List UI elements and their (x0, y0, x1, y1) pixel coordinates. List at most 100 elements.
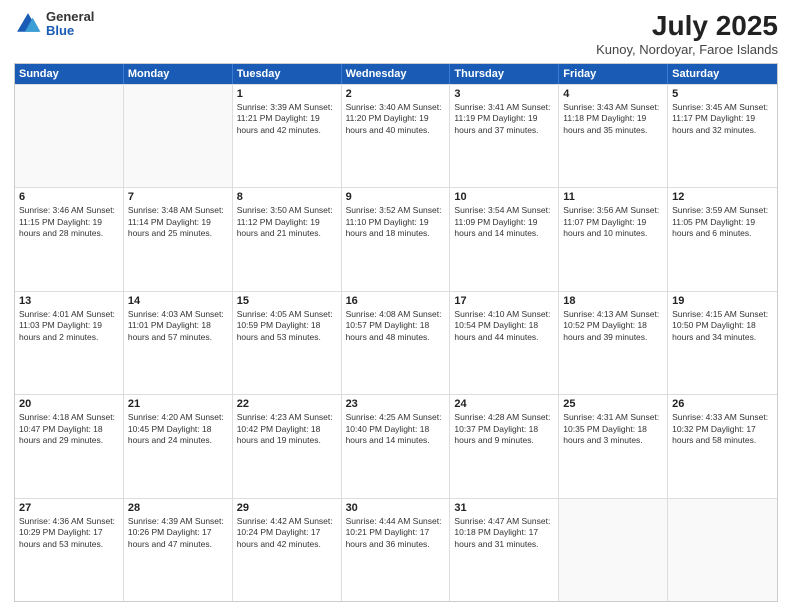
day-number: 4 (563, 88, 663, 100)
header: General Blue July 2025 Kunoy, Nordoyar, … (14, 10, 778, 57)
header-day-saturday: Saturday (668, 64, 777, 84)
header-day-sunday: Sunday (15, 64, 124, 84)
day-number: 11 (563, 191, 663, 203)
cal-cell: 10 Sunrise: 3:54 AM Sunset: 11:09 PM Dayl… (450, 188, 559, 290)
cal-cell: 4 Sunrise: 3:43 AM Sunset: 11:18 PM Dayli… (559, 85, 668, 187)
header-day-monday: Monday (124, 64, 233, 84)
cell-info: Sunrise: 4:44 AM Sunset: 10:21 PM Daylig… (346, 516, 446, 550)
cell-info: Sunrise: 3:40 AM Sunset: 11:20 PM Daylig… (346, 102, 446, 136)
week-row-2: 13Sunrise: 4:01 AM Sunset: 11:03 PM Dayl… (15, 291, 777, 394)
cal-cell: 16Sunrise: 4:08 AM Sunset: 10:57 PM Dayl… (342, 292, 451, 394)
cal-cell: 17Sunrise: 4:10 AM Sunset: 10:54 PM Dayl… (450, 292, 559, 394)
day-number: 28 (128, 502, 228, 514)
week-row-1: 6Sunrise: 3:46 AM Sunset: 11:15 PM Dayli… (15, 187, 777, 290)
cal-cell: 14Sunrise: 4:03 AM Sunset: 11:01 PM Dayl… (124, 292, 233, 394)
cal-cell (668, 499, 777, 601)
day-number: 3 (454, 88, 554, 100)
day-number: 9 (346, 191, 446, 203)
day-number: 18 (563, 295, 663, 307)
cell-info: Sunrise: 4:33 AM Sunset: 10:32 PM Daylig… (672, 412, 773, 446)
page: General Blue July 2025 Kunoy, Nordoyar, … (0, 0, 792, 612)
cal-cell: 20Sunrise: 4:18 AM Sunset: 10:47 PM Dayl… (15, 395, 124, 497)
cell-info: Sunrise: 4:23 AM Sunset: 10:42 PM Daylig… (237, 412, 337, 446)
cell-info: Sunrise: 3:39 AM Sunset: 11:21 PM Daylig… (237, 102, 337, 136)
calendar: SundayMondayTuesdayWednesdayThursdayFrid… (14, 63, 778, 602)
week-row-0: 1 Sunrise: 3:39 AM Sunset: 11:21 PM Dayli… (15, 84, 777, 187)
logo: General Blue (14, 10, 94, 39)
day-number: 25 (563, 398, 663, 410)
cell-info: Sunrise: 3:41 AM Sunset: 11:19 PM Daylig… (454, 102, 554, 136)
cell-info: Sunrise: 3:43 AM Sunset: 11:18 PM Daylig… (563, 102, 663, 136)
cell-info: Sunrise: 4:39 AM Sunset: 10:26 PM Daylig… (128, 516, 228, 550)
cell-info: Sunrise: 4:05 AM Sunset: 10:59 PM Daylig… (237, 309, 337, 343)
day-number: 12 (672, 191, 773, 203)
cal-cell: 31Sunrise: 4:47 AM Sunset: 10:18 PM Dayl… (450, 499, 559, 601)
cal-cell (15, 85, 124, 187)
day-number: 10 (454, 191, 554, 203)
title-block: July 2025 Kunoy, Nordoyar, Faroe Islands (596, 10, 778, 57)
day-number: 24 (454, 398, 554, 410)
cal-cell: 8 Sunrise: 3:50 AM Sunset: 11:12 PM Dayli… (233, 188, 342, 290)
day-number: 8 (237, 191, 337, 203)
calendar-title: July 2025 (596, 10, 778, 42)
cal-cell: 26Sunrise: 4:33 AM Sunset: 10:32 PM Dayl… (668, 395, 777, 497)
cal-cell: 30 Sunrise: 4:44 AM Sunset: 10:21 PM Dayl… (342, 499, 451, 601)
cal-cell: 5 Sunrise: 3:45 AM Sunset: 11:17 PM Dayli… (668, 85, 777, 187)
cal-cell: 23Sunrise: 4:25 AM Sunset: 10:40 PM Dayl… (342, 395, 451, 497)
cal-cell: 2 Sunrise: 3:40 AM Sunset: 11:20 PM Dayli… (342, 85, 451, 187)
cal-cell: 13Sunrise: 4:01 AM Sunset: 11:03 PM Dayl… (15, 292, 124, 394)
cell-info: Sunrise: 3:59 AM Sunset: 11:05 PM Daylig… (672, 205, 773, 239)
day-number: 21 (128, 398, 228, 410)
cal-cell: 15 Sunrise: 4:05 AM Sunset: 10:59 PM Dayl… (233, 292, 342, 394)
cal-cell: 1 Sunrise: 3:39 AM Sunset: 11:21 PM Dayli… (233, 85, 342, 187)
cell-info: Sunrise: 4:42 AM Sunset: 10:24 PM Daylig… (237, 516, 337, 550)
day-number: 31 (454, 502, 554, 514)
cal-cell: 12 Sunrise: 3:59 AM Sunset: 11:05 PM Dayl… (668, 188, 777, 290)
cell-info: Sunrise: 4:03 AM Sunset: 11:01 PM Daylig… (128, 309, 228, 343)
cell-info: Sunrise: 3:54 AM Sunset: 11:09 PM Daylig… (454, 205, 554, 239)
cal-cell (124, 85, 233, 187)
cal-cell: 6Sunrise: 3:46 AM Sunset: 11:15 PM Dayli… (15, 188, 124, 290)
logo-general: General (46, 10, 94, 24)
logo-icon (14, 10, 42, 38)
day-number: 7 (128, 191, 228, 203)
cal-cell (559, 499, 668, 601)
cell-info: Sunrise: 3:50 AM Sunset: 11:12 PM Daylig… (237, 205, 337, 239)
cal-cell: 3 Sunrise: 3:41 AM Sunset: 11:19 PM Dayli… (450, 85, 559, 187)
cal-cell: 24Sunrise: 4:28 AM Sunset: 10:37 PM Dayl… (450, 395, 559, 497)
cal-cell: 29 Sunrise: 4:42 AM Sunset: 10:24 PM Dayl… (233, 499, 342, 601)
cell-info: Sunrise: 4:10 AM Sunset: 10:54 PM Daylig… (454, 309, 554, 343)
logo-text: General Blue (46, 10, 94, 39)
day-number: 5 (672, 88, 773, 100)
day-number: 19 (672, 295, 773, 307)
day-number: 1 (237, 88, 337, 100)
day-number: 22 (237, 398, 337, 410)
cell-info: Sunrise: 3:45 AM Sunset: 11:17 PM Daylig… (672, 102, 773, 136)
day-number: 13 (19, 295, 119, 307)
logo-blue: Blue (46, 24, 94, 38)
cell-info: Sunrise: 4:13 AM Sunset: 10:52 PM Daylig… (563, 309, 663, 343)
day-number: 16 (346, 295, 446, 307)
day-number: 20 (19, 398, 119, 410)
day-number: 15 (237, 295, 337, 307)
calendar-header: SundayMondayTuesdayWednesdayThursdayFrid… (15, 64, 777, 84)
day-number: 27 (19, 502, 119, 514)
cell-info: Sunrise: 4:31 AM Sunset: 10:35 PM Daylig… (563, 412, 663, 446)
day-number: 30 (346, 502, 446, 514)
cal-cell: 19 Sunrise: 4:15 AM Sunset: 10:50 PM Dayl… (668, 292, 777, 394)
cell-info: Sunrise: 4:25 AM Sunset: 10:40 PM Daylig… (346, 412, 446, 446)
day-number: 29 (237, 502, 337, 514)
week-row-3: 20Sunrise: 4:18 AM Sunset: 10:47 PM Dayl… (15, 394, 777, 497)
header-day-friday: Friday (559, 64, 668, 84)
cal-cell: 7 Sunrise: 3:48 AM Sunset: 11:14 PM Dayli… (124, 188, 233, 290)
cell-info: Sunrise: 3:46 AM Sunset: 11:15 PM Daylig… (19, 205, 119, 239)
cell-info: Sunrise: 3:52 AM Sunset: 11:10 PM Daylig… (346, 205, 446, 239)
day-number: 2 (346, 88, 446, 100)
week-row-4: 27Sunrise: 4:36 AM Sunset: 10:29 PM Dayl… (15, 498, 777, 601)
header-day-thursday: Thursday (450, 64, 559, 84)
cal-cell: 18 Sunrise: 4:13 AM Sunset: 10:52 PM Dayl… (559, 292, 668, 394)
cell-info: Sunrise: 4:15 AM Sunset: 10:50 PM Daylig… (672, 309, 773, 343)
cal-cell: 27Sunrise: 4:36 AM Sunset: 10:29 PM Dayl… (15, 499, 124, 601)
cell-info: Sunrise: 3:48 AM Sunset: 11:14 PM Daylig… (128, 205, 228, 239)
header-day-tuesday: Tuesday (233, 64, 342, 84)
